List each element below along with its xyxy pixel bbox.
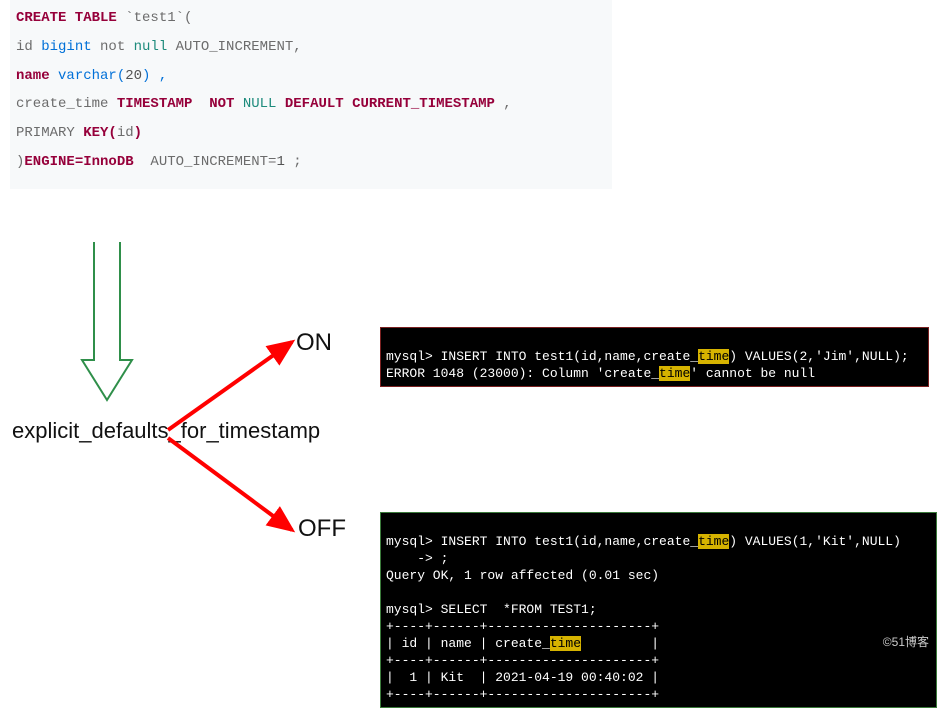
- sql-kw: KEY(: [75, 125, 117, 141]
- term-text: ) VALUES(2,'Jim',NULL);: [729, 349, 908, 364]
- sql-type: ) ,: [142, 68, 167, 84]
- term-line: Query OK, 1 row affected (0.01 sec): [386, 568, 659, 583]
- sql-text: id: [16, 39, 33, 55]
- term-line: | id | name | create_time |: [386, 636, 659, 651]
- term-line: +----+------+---------------------+: [386, 619, 659, 634]
- term-text: | id | name | create_: [386, 636, 550, 651]
- sql-kw: TIMESTAMP NOT: [117, 96, 235, 112]
- sql-text: not: [92, 39, 126, 55]
- toggle-on-label: ON: [296, 329, 332, 357]
- sql-kw: CREATE TABLE: [16, 10, 117, 26]
- term-text: ERROR 1048 (23000): Column 'create_: [386, 366, 659, 381]
- sql-null: NULL: [234, 96, 276, 112]
- term-text: |: [581, 636, 659, 651]
- sql-code-block: CREATE TABLE `test1`( id bigint not null…: [10, 0, 612, 189]
- sql-text: PRIMARY: [16, 125, 75, 141]
- sql-kw: ENGINE=InnoDB: [24, 154, 133, 170]
- term-line: [386, 585, 394, 600]
- sql-text: AUTO_INCREMENT,: [167, 39, 301, 55]
- toggle-off-label: OFF: [298, 515, 346, 543]
- term-text: ) VALUES(1,'Kit',NULL): [729, 534, 901, 549]
- term-line: +----+------+---------------------+: [386, 653, 659, 668]
- sql-type: bigint: [33, 39, 92, 55]
- highlight: time: [659, 366, 690, 381]
- term-line: +----+------+---------------------+: [386, 687, 659, 702]
- code-line: name varchar(20) ,: [16, 68, 606, 85]
- sql-kw: DEFAULT CURRENT_TIMESTAMP: [276, 96, 494, 112]
- highlight: time: [698, 534, 729, 549]
- watermark: ©51博客: [883, 633, 929, 650]
- sql-text: ;: [285, 154, 302, 170]
- sql-text: id: [117, 125, 134, 141]
- red-arrow-on-icon: [160, 328, 310, 438]
- term-text: mysql> INSERT INTO test1(id,name,create_: [386, 534, 698, 549]
- code-line: PRIMARY KEY(id): [16, 125, 606, 142]
- term-line: mysql> SELECT *FROM TEST1;: [386, 602, 597, 617]
- code-line: CREATE TABLE `test1`(: [16, 10, 606, 27]
- highlight: time: [550, 636, 581, 651]
- sql-num: 1: [276, 154, 284, 170]
- term-line: mysql> INSERT INTO test1(id,name,create_…: [386, 534, 901, 549]
- term-line: -> ;: [386, 551, 448, 566]
- sql-null: null: [125, 39, 167, 55]
- down-arrow-icon: [78, 242, 138, 407]
- code-line: create_time TIMESTAMP NOT NULL DEFAULT C…: [16, 96, 606, 113]
- terminal-off: mysql> INSERT INTO test1(id,name,create_…: [380, 512, 937, 708]
- code-line: id bigint not null AUTO_INCREMENT,: [16, 39, 606, 56]
- red-arrow-off-icon: [160, 430, 310, 545]
- term-line: | 1 | Kit | 2021-04-19 00:40:02 |: [386, 670, 659, 685]
- term-line: ERROR 1048 (23000): Column 'create_time'…: [386, 366, 815, 381]
- sql-text: `test1`(: [117, 10, 193, 26]
- sql-text: AUTO_INCREMENT=: [134, 154, 277, 170]
- sql-text: ,: [495, 96, 512, 112]
- sql-num: 20: [125, 68, 142, 84]
- terminal-on: mysql> INSERT INTO test1(id,name,create_…: [380, 327, 929, 387]
- sql-kw: name: [16, 68, 50, 84]
- term-text: mysql> INSERT INTO test1(id,name,create_: [386, 349, 698, 364]
- highlight: time: [698, 349, 729, 364]
- term-line: mysql> INSERT INTO test1(id,name,create_…: [386, 349, 909, 364]
- sql-type: varchar(: [50, 68, 126, 84]
- code-line: )ENGINE=InnoDB AUTO_INCREMENT=1 ;: [16, 154, 606, 171]
- sql-kw: ): [134, 125, 142, 141]
- term-text: ' cannot be null: [690, 366, 815, 381]
- sql-text: create_time: [16, 96, 117, 112]
